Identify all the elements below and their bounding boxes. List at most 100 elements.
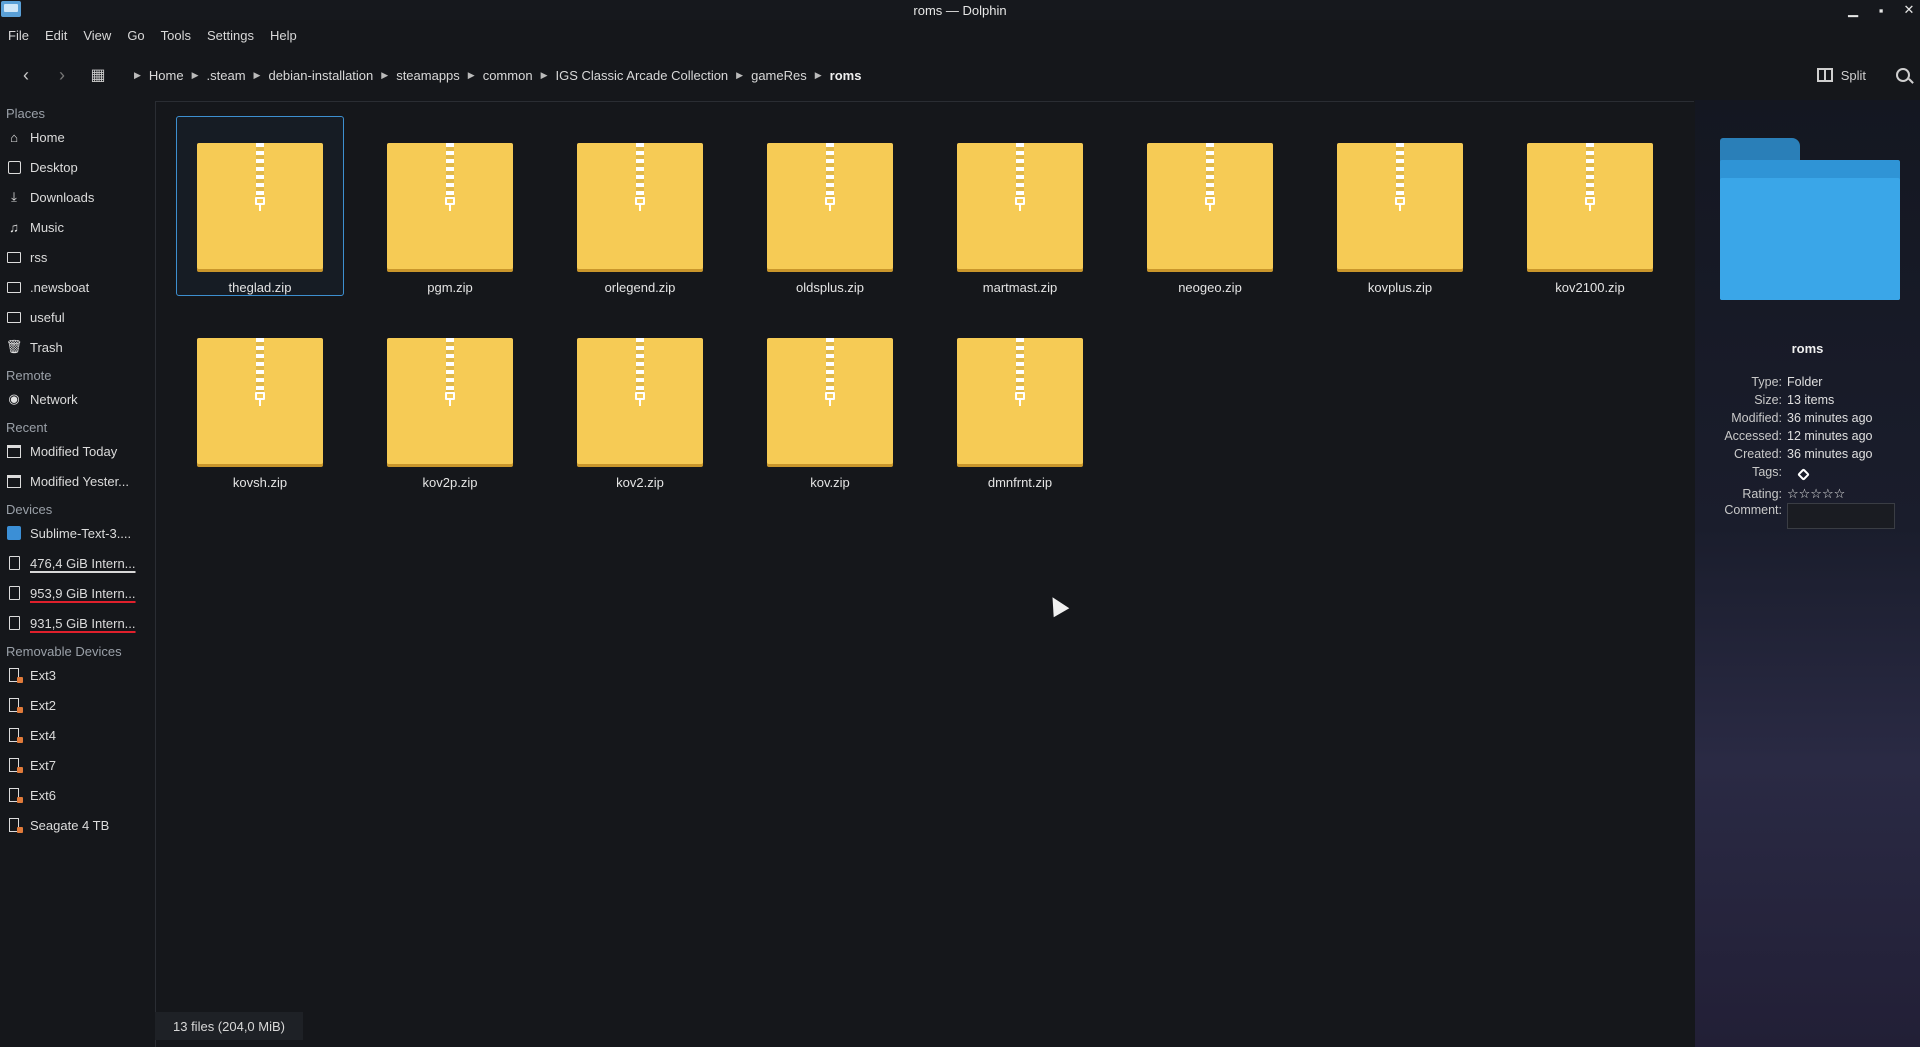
- file-item[interactable]: kov2p.zip: [366, 311, 534, 491]
- file-item[interactable]: martmast.zip: [936, 116, 1104, 296]
- menu-edit[interactable]: Edit: [37, 28, 75, 43]
- file-name: kov2100.zip: [1555, 280, 1625, 295]
- title-bar: roms — Dolphin ▁ ▪ ✕: [0, 0, 1920, 20]
- sidebar-item-drive-476[interactable]: 476,4 GiB Intern...: [0, 548, 152, 578]
- sidebar-item-label: Sublime-Text-3....: [30, 525, 132, 541]
- zip-archive-icon: [1147, 143, 1273, 269]
- sidebar-item-network[interactable]: ◉ Network: [0, 384, 152, 414]
- removable-header: Removable Devices: [6, 644, 122, 659]
- sidebar-item-music[interactable]: ♫ Music: [0, 212, 152, 242]
- sidebar-item-downloads[interactable]: ⤓ Downloads: [0, 182, 152, 212]
- breadcrumb-separator-icon[interactable]: ▶: [468, 70, 475, 81]
- sidebar-item-modified-yesterday[interactable]: Modified Yester...: [0, 466, 152, 496]
- places-header: Places: [6, 106, 46, 121]
- calendar-icon: [6, 443, 22, 459]
- breadcrumb-gameres[interactable]: gameRes: [751, 68, 807, 83]
- breadcrumb-debian-installation[interactable]: debian-installation: [268, 68, 373, 83]
- breadcrumb-separator-icon[interactable]: ▶: [736, 70, 743, 81]
- file-item[interactable]: kov.zip: [746, 311, 914, 491]
- file-item[interactable]: orlegend.zip: [556, 116, 724, 296]
- sidebar-item-seagate[interactable]: Seagate 4 TB: [0, 810, 152, 840]
- sidebar-item-ext7[interactable]: Ext7: [0, 750, 152, 780]
- menu-file[interactable]: File: [0, 28, 37, 43]
- sidebar-item-label: Modified Yester...: [30, 473, 130, 489]
- sidebar-item-modified-today[interactable]: Modified Today: [0, 436, 152, 466]
- breadcrumb-igs-classic[interactable]: IGS Classic Arcade Collection: [555, 68, 728, 83]
- file-item[interactable]: pgm.zip: [366, 116, 534, 296]
- breadcrumb-separator-icon[interactable]: ▶: [254, 70, 261, 81]
- tag-icon[interactable]: [1797, 467, 1810, 481]
- drive-icon: [6, 615, 22, 631]
- maximize-button[interactable]: ▪: [1874, 3, 1888, 18]
- breadcrumb-steamapps[interactable]: steamapps: [396, 68, 460, 83]
- breadcrumb-common[interactable]: common: [483, 68, 533, 83]
- sidebar-item-trash[interactable]: 🗑 Trash: [0, 332, 152, 362]
- breadcrumb-roms[interactable]: roms: [830, 68, 862, 83]
- view-mode-button[interactable]: ▦: [80, 60, 116, 90]
- menu-go[interactable]: Go: [119, 28, 152, 43]
- breadcrumb-separator-icon[interactable]: ▶: [192, 70, 199, 81]
- remote-header: Remote: [6, 368, 52, 383]
- sidebar-item-label: Music: [30, 219, 64, 235]
- rating-stars[interactable]: ☆☆☆☆☆: [1787, 486, 1845, 502]
- file-item[interactable]: dmnfrnt.zip: [936, 311, 1104, 491]
- sidebar-item-drive-931[interactable]: 931,5 GiB Intern...: [0, 608, 152, 638]
- sidebar-item-label: Ext6: [30, 787, 57, 803]
- search-icon[interactable]: [1896, 68, 1910, 82]
- menu-help[interactable]: Help: [262, 28, 305, 43]
- file-item[interactable]: kovsh.zip: [176, 311, 344, 491]
- file-item[interactable]: kovplus.zip: [1316, 116, 1484, 296]
- file-view[interactable]: theglad.zip pgm.zip orlegend.zip oldsplu…: [155, 101, 1694, 1047]
- sidebar-item-sublime-text[interactable]: Sublime-Text-3....: [0, 518, 152, 548]
- sidebar-item-ext3[interactable]: Ext3: [0, 660, 152, 690]
- sidebar-item-label: Modified Today: [30, 443, 118, 459]
- back-button[interactable]: ‹: [8, 60, 44, 90]
- menu-bar: File Edit View Go Tools Settings Help: [0, 24, 305, 46]
- minimize-button[interactable]: ▁: [1846, 2, 1860, 18]
- sidebar-item-drive-953[interactable]: 953,9 GiB Intern...: [0, 578, 152, 608]
- info-modified-label: Modified:: [1731, 411, 1782, 425]
- file-item[interactable]: theglad.zip: [176, 116, 344, 296]
- breadcrumb-root-arrow-icon[interactable]: ▶: [134, 70, 141, 81]
- toolbar: ‹ › ▦ ▶ Home ▶ .steam ▶ debian-installat…: [0, 60, 1920, 90]
- sidebar-item-newsboat[interactable]: .newsboat: [0, 272, 152, 302]
- sidebar-item-rss[interactable]: rss: [0, 242, 152, 272]
- breadcrumb-separator-icon[interactable]: ▶: [381, 70, 388, 81]
- file-name: kov.zip: [810, 475, 850, 490]
- sidebar-item-ext6[interactable]: Ext6: [0, 780, 152, 810]
- sidebar-item-label: Network: [30, 391, 78, 407]
- breadcrumb-home[interactable]: Home: [149, 68, 184, 83]
- chevron-right-icon: ›: [59, 64, 65, 85]
- close-button[interactable]: ✕: [1902, 2, 1916, 18]
- comment-field[interactable]: [1787, 503, 1895, 529]
- sidebar-item-useful[interactable]: useful: [0, 302, 152, 332]
- menu-tools[interactable]: Tools: [153, 28, 199, 43]
- split-label: Split: [1840, 67, 1866, 83]
- info-rating-label: Rating:: [1742, 487, 1782, 501]
- split-button[interactable]: Split: [1816, 67, 1866, 83]
- music-icon: ♫: [9, 219, 19, 235]
- sidebar-item-home[interactable]: ⌂ Home: [0, 122, 152, 152]
- menu-view[interactable]: View: [75, 28, 119, 43]
- info-size-value: 13 items: [1787, 393, 1835, 407]
- info-type-label: Type:: [1751, 375, 1782, 389]
- sidebar-item-desktop[interactable]: Desktop: [0, 152, 152, 182]
- menu-settings[interactable]: Settings: [199, 28, 262, 43]
- forward-button[interactable]: ›: [44, 60, 80, 90]
- folder-icon: [6, 309, 22, 325]
- breadcrumb-steam[interactable]: .steam: [207, 68, 246, 83]
- folder-icon: [6, 249, 22, 265]
- breadcrumb-separator-icon[interactable]: ▶: [541, 70, 548, 81]
- info-accessed-label: Accessed:: [1724, 429, 1782, 443]
- info-comment-label: Comment:: [1724, 503, 1782, 517]
- sidebar-item-ext2[interactable]: Ext2: [0, 690, 152, 720]
- drive-icon: [6, 585, 22, 601]
- file-item[interactable]: kov2100.zip: [1506, 116, 1674, 296]
- file-item[interactable]: oldsplus.zip: [746, 116, 914, 296]
- file-item[interactable]: kov2.zip: [556, 311, 724, 491]
- file-item[interactable]: neogeo.zip: [1126, 116, 1294, 296]
- sidebar-item-ext4[interactable]: Ext4: [0, 720, 152, 750]
- breadcrumb-separator-icon[interactable]: ▶: [815, 70, 822, 81]
- file-name: neogeo.zip: [1178, 280, 1242, 295]
- file-name: kov2.zip: [616, 475, 664, 490]
